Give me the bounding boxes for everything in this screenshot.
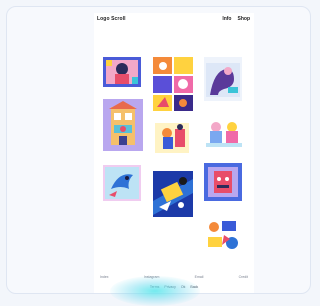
preview-card: Logo Scroll Info Shop Index Email Credit [6,6,311,294]
artwork-image [204,117,244,149]
top-bar: Logo Scroll Info Shop [94,13,254,27]
footer-link[interactable]: Email [195,275,204,279]
website-page: Logo Scroll Info Shop Index Email Credit [94,13,254,293]
cursor-glow [110,276,200,306]
artwork-figure-purple[interactable] [204,57,242,101]
artwork-image [204,57,242,101]
artwork-objects-small[interactable] [204,215,242,251]
artwork-image [153,57,193,111]
artwork-building-lavender[interactable] [103,99,143,151]
top-nav: Info Shop [222,16,250,22]
artwork-diagonal-blue[interactable] [153,171,193,217]
artwork-image [103,165,141,201]
artwork-image [204,215,242,251]
artwork-scene-yellow[interactable] [153,121,191,155]
footer-link[interactable]: Credit [239,275,248,279]
artwork-image [153,121,191,155]
artwork-characters-pastel[interactable] [204,117,244,149]
footer-link[interactable]: Index [100,275,109,279]
site-logo[interactable]: Logo Scroll [97,16,126,22]
artwork-face-framed[interactable] [204,163,242,201]
artwork-bird-blue[interactable] [103,165,141,201]
artwork-portrait-pink[interactable] [103,57,141,87]
artwork-image [103,57,141,87]
nav-shop-link[interactable]: Shop [238,16,251,22]
nav-info-link[interactable]: Info [222,16,231,22]
artwork-image [103,99,143,151]
artwork-image [153,171,193,217]
artwork-image [204,163,242,201]
artwork-collage-orange[interactable] [153,57,193,111]
